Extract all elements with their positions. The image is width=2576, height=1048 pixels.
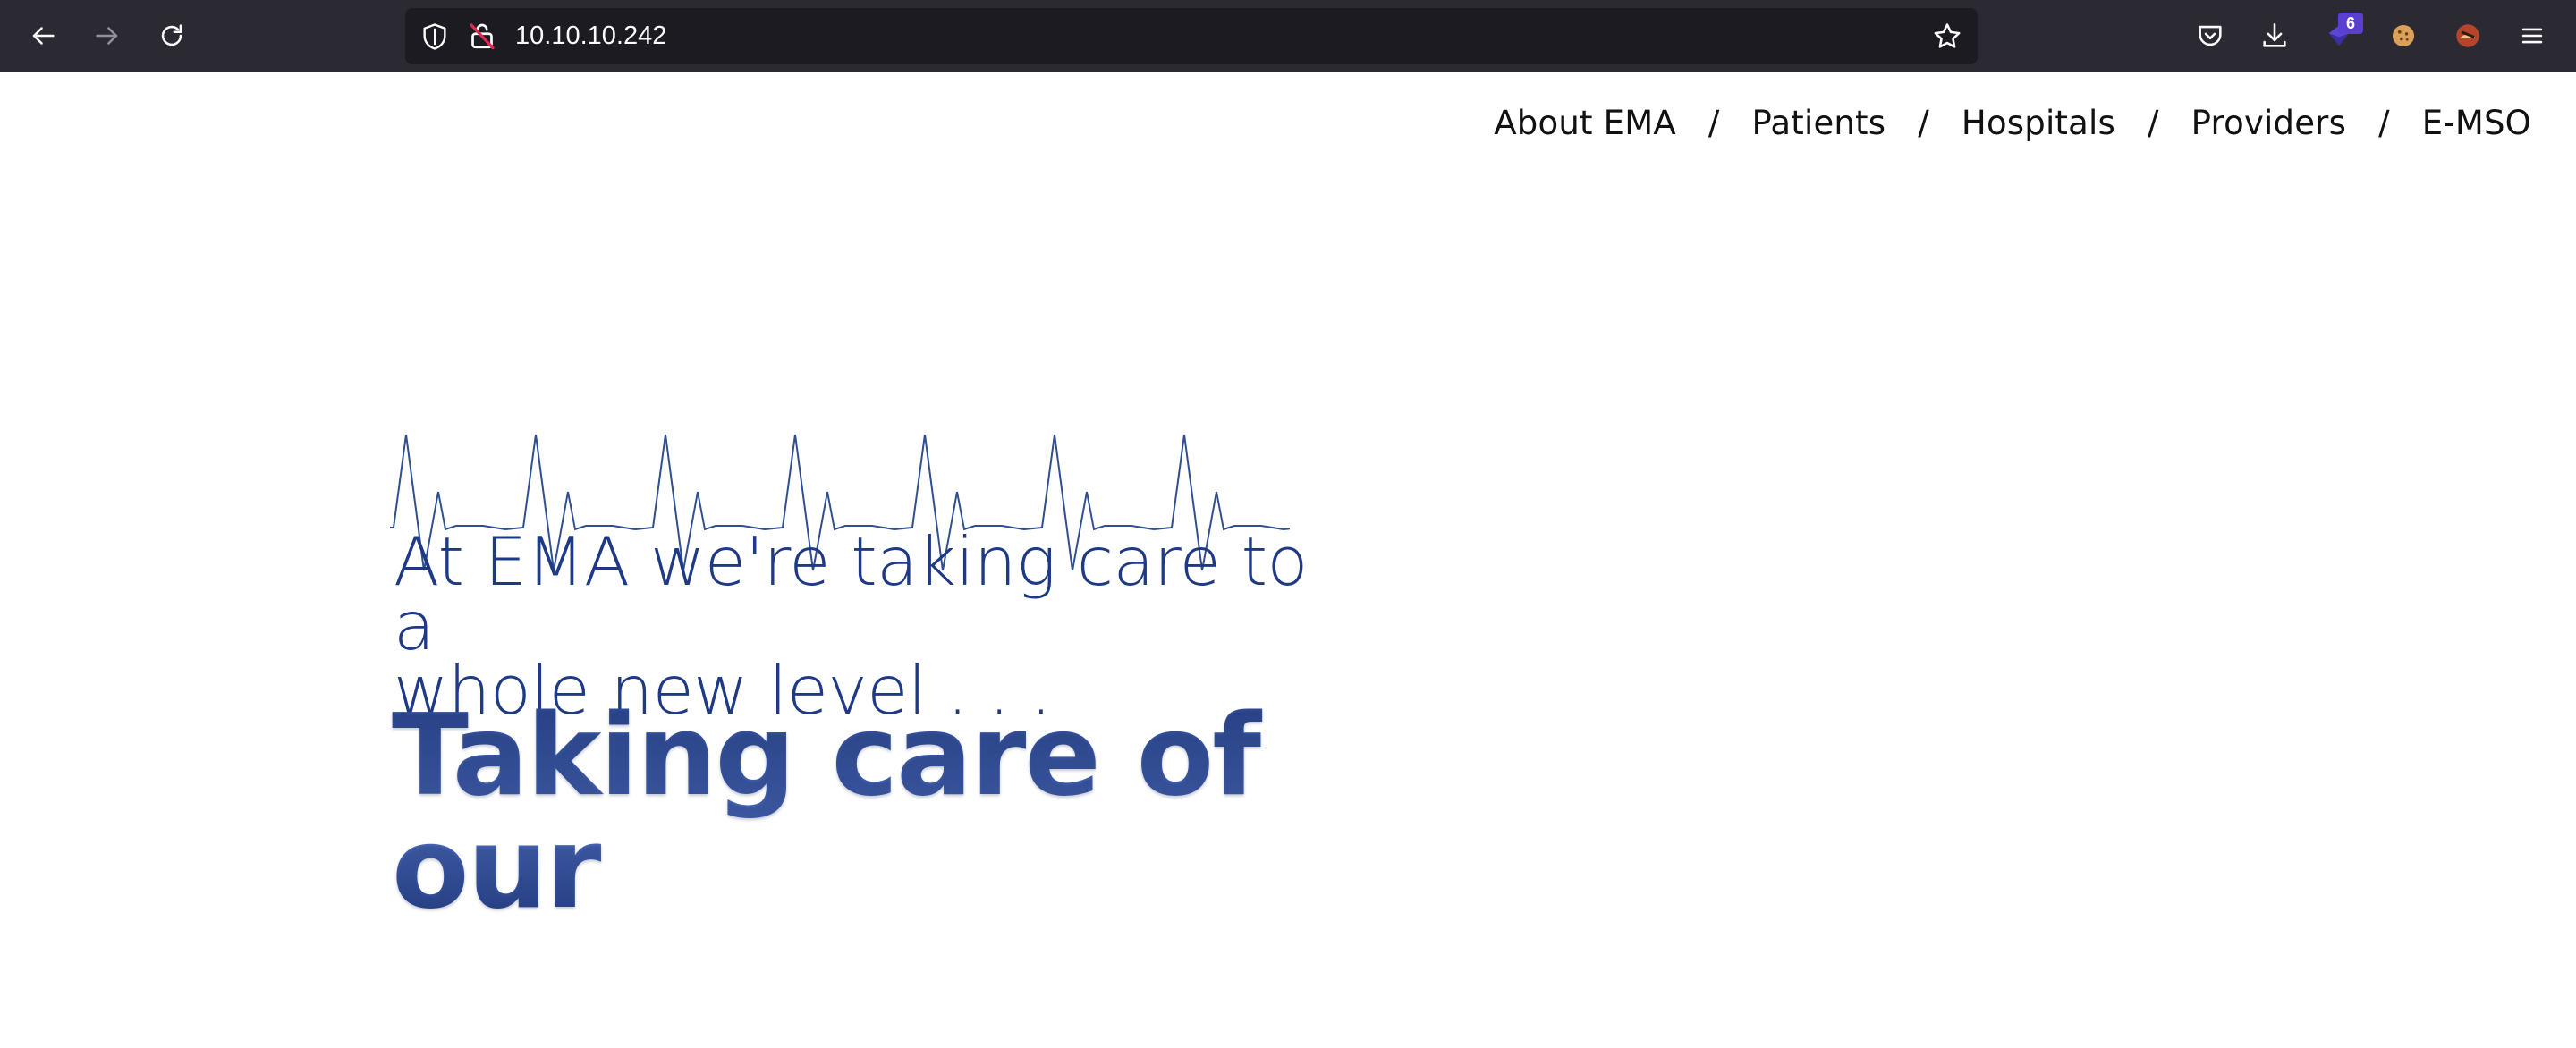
pocket-icon	[2199, 25, 2222, 46]
nav-link-patients[interactable]: Patients	[1752, 104, 1886, 142]
cookie-extension-button[interactable]	[2384, 16, 2423, 55]
insecure-lock-icon[interactable]	[466, 20, 498, 52]
reload-button[interactable]	[152, 16, 191, 55]
site-navigation: About EMA / Patients / Hospitals / Provi…	[1494, 104, 2531, 142]
arrow-left-icon	[32, 27, 55, 45]
forward-button[interactable]	[88, 16, 127, 55]
nav-link-e-mso[interactable]: E-MSO	[2422, 104, 2531, 142]
arrow-right-icon	[96, 27, 118, 45]
hero-headline-line-2: our	[392, 802, 601, 934]
download-icon	[2263, 22, 2286, 47]
nav-link-hospitals[interactable]: Hospitals	[1962, 104, 2115, 142]
nav-link-providers[interactable]: Providers	[2191, 104, 2346, 142]
hero-headline: Taking care of our	[392, 699, 1376, 925]
address-bar[interactable]: 10.10.10.242	[405, 8, 1978, 64]
tracking-protection-shield-icon[interactable]	[419, 21, 450, 52]
url-text[interactable]: 10.10.10.242	[515, 8, 666, 64]
back-button[interactable]	[23, 16, 63, 55]
nav-link-about-ema[interactable]: About EMA	[1494, 104, 1676, 142]
pocket-button[interactable]	[2190, 16, 2230, 55]
app-menu-button[interactable]	[2512, 16, 2552, 55]
nav-separator: /	[2147, 104, 2159, 142]
hero-tagline-line-1: At EMA we're taking care to a	[394, 522, 1308, 665]
avatar-icon	[2456, 24, 2479, 47]
nav-separator: /	[1918, 104, 1929, 142]
page-content: About EMA / Patients / Hospitals / Provi…	[0, 73, 2576, 1048]
nav-separator: /	[2378, 104, 2390, 142]
extension-badge: 6	[2338, 13, 2363, 34]
hero-headline-line-1: Taking care of	[392, 689, 1261, 821]
bookmark-star-icon[interactable]	[1931, 21, 1963, 53]
browser-toolbar: 10.10.10.242 6	[0, 0, 2576, 72]
cookie-icon	[2392, 24, 2415, 47]
profile-extension-button[interactable]	[2448, 16, 2487, 55]
nav-separator: /	[1707, 104, 1720, 142]
downloads-button[interactable]	[2255, 16, 2294, 55]
hamburger-menu-icon	[2521, 28, 2543, 44]
reload-icon	[161, 24, 182, 46]
